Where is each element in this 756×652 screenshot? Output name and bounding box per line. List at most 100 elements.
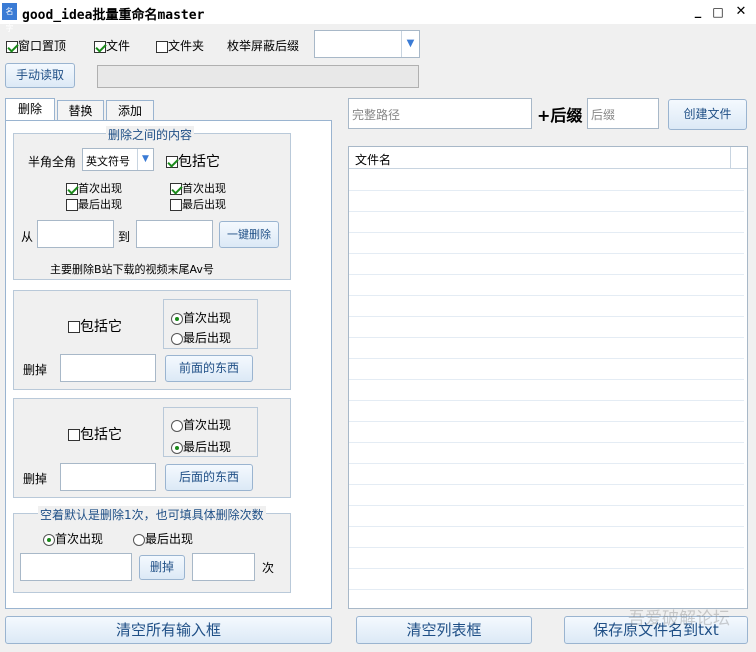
to-input[interactable] bbox=[136, 220, 213, 248]
from-first-option[interactable]: 首次出现 bbox=[66, 180, 122, 196]
row-divider bbox=[349, 547, 744, 548]
front-last-option[interactable]: 最后出现 bbox=[171, 329, 231, 346]
row-divider bbox=[349, 190, 744, 191]
folder-label: 文件夹 bbox=[168, 39, 205, 53]
to-label: 到 bbox=[118, 230, 131, 244]
one-click-delete-button[interactable]: 一键删除 bbox=[219, 221, 279, 248]
tab-delete[interactable]: 删除 bbox=[5, 98, 55, 121]
count-first-label: 首次出现 bbox=[55, 532, 104, 546]
count-last-option[interactable]: 最后出现 bbox=[133, 530, 193, 547]
row-divider bbox=[349, 274, 744, 275]
clear-list-button[interactable]: 清空列表框 bbox=[356, 616, 532, 644]
delete-back-button[interactable]: 后面的东西 bbox=[165, 464, 253, 491]
row-divider bbox=[349, 232, 744, 233]
create-file-button[interactable]: 创建文件 bbox=[668, 99, 747, 130]
count-text-input[interactable] bbox=[20, 553, 132, 581]
front-input[interactable] bbox=[60, 354, 156, 382]
chevron-down-icon[interactable]: ▼ bbox=[137, 149, 153, 170]
watermark: 吾爱破解论坛 bbox=[628, 609, 730, 629]
stay-on-top-option[interactable]: 窗口置顶 bbox=[6, 37, 66, 54]
manual-read-button[interactable]: 手动读取 bbox=[5, 63, 75, 88]
back-last-radio[interactable] bbox=[171, 441, 183, 454]
back-include-option[interactable]: 包括它 bbox=[68, 424, 122, 444]
file-checkbox[interactable] bbox=[94, 40, 106, 53]
row-divider bbox=[349, 337, 744, 338]
maximize-button[interactable]: □ bbox=[709, 3, 727, 21]
count-last-radio[interactable] bbox=[133, 533, 145, 546]
row-divider bbox=[349, 505, 744, 506]
path-display bbox=[97, 65, 419, 88]
stay-on-top-checkbox[interactable] bbox=[6, 40, 18, 53]
to-last-option[interactable]: 最后出现 bbox=[170, 196, 226, 212]
from-input[interactable] bbox=[37, 220, 114, 248]
from-label: 从 bbox=[21, 230, 34, 244]
folder-option[interactable]: 文件夹 bbox=[156, 37, 204, 54]
from-first-label: 首次出现 bbox=[78, 182, 122, 195]
width-select[interactable]: 英文符号 ▼ bbox=[82, 148, 154, 171]
filename-column-header[interactable]: 文件名 bbox=[355, 151, 391, 168]
count-legend: 空着默认是删除1次，也可填具体删除次数 bbox=[38, 506, 266, 523]
stay-on-top-label: 窗口置顶 bbox=[18, 39, 67, 53]
file-list[interactable]: 文件名 bbox=[348, 146, 748, 609]
minimize-button[interactable]: _ bbox=[689, 3, 707, 21]
to-first-label: 首次出现 bbox=[182, 182, 226, 195]
file-option[interactable]: 文件 bbox=[94, 37, 130, 54]
count-first-option[interactable]: 首次出现 bbox=[43, 530, 103, 547]
back-last-option[interactable]: 最后出现 bbox=[171, 438, 231, 455]
front-first-option[interactable]: 首次出现 bbox=[171, 309, 231, 326]
file-list-header: 文件名 bbox=[349, 147, 747, 169]
row-divider bbox=[349, 589, 744, 590]
row-divider bbox=[349, 358, 744, 359]
back-include-checkbox[interactable] bbox=[68, 429, 80, 441]
front-delete-label: 删掉 bbox=[23, 363, 48, 377]
suffix-filter-label: 枚举屏蔽后缀 bbox=[227, 39, 300, 53]
back-first-label: 首次出现 bbox=[183, 418, 232, 432]
row-divider bbox=[349, 484, 744, 485]
to-first-checkbox[interactable] bbox=[170, 183, 182, 195]
row-divider bbox=[349, 421, 744, 422]
row-divider bbox=[349, 463, 744, 464]
back-first-option[interactable]: 首次出现 bbox=[171, 416, 231, 433]
width-select-value: 英文符号 bbox=[86, 155, 130, 168]
from-first-checkbox[interactable] bbox=[66, 183, 78, 195]
count-delete-button[interactable]: 删掉 bbox=[139, 555, 185, 580]
back-delete-label: 删掉 bbox=[23, 472, 48, 486]
to-first-option[interactable]: 首次出现 bbox=[170, 180, 226, 196]
chevron-down-icon[interactable]: ▼ bbox=[401, 31, 419, 57]
to-last-checkbox[interactable] bbox=[170, 199, 182, 211]
between-legend: 删除之间的内容 bbox=[106, 126, 195, 143]
suffix-input[interactable]: 后缀 bbox=[587, 98, 659, 129]
back-input[interactable] bbox=[60, 463, 156, 491]
between-include-checkbox[interactable] bbox=[166, 156, 178, 168]
row-divider bbox=[349, 526, 744, 527]
front-include-checkbox[interactable] bbox=[68, 321, 80, 333]
delete-front-button[interactable]: 前面的东西 bbox=[165, 355, 253, 382]
close-button[interactable]: ✕ bbox=[732, 3, 750, 21]
between-include-option[interactable]: 包括它 bbox=[166, 151, 220, 171]
row-divider bbox=[349, 253, 744, 254]
front-first-label: 首次出现 bbox=[183, 311, 232, 325]
tab-replace[interactable]: 替换 bbox=[57, 100, 104, 120]
from-last-checkbox[interactable] bbox=[66, 199, 78, 211]
count-last-label: 最后出现 bbox=[145, 532, 194, 546]
row-divider bbox=[349, 442, 744, 443]
back-first-radio[interactable] bbox=[171, 419, 183, 432]
front-first-radio[interactable] bbox=[171, 312, 183, 325]
folder-checkbox[interactable] bbox=[156, 40, 168, 53]
back-include-label: 包括它 bbox=[80, 427, 122, 443]
suffix-filter-select[interactable]: ▼ bbox=[314, 30, 420, 58]
front-last-radio[interactable] bbox=[171, 332, 183, 345]
clear-all-inputs-button[interactable]: 清空所有输入框 bbox=[5, 616, 332, 644]
full-path-input[interactable]: 完整路径 bbox=[348, 98, 532, 129]
row-divider bbox=[349, 379, 744, 380]
plus-suffix-label: +后缀 bbox=[537, 106, 583, 125]
title-bar: 名字 good_idea批量重命名master _ □ ✕ bbox=[0, 0, 756, 33]
from-last-label: 最后出现 bbox=[78, 198, 122, 211]
front-include-option[interactable]: 包括它 bbox=[68, 316, 122, 336]
from-last-option[interactable]: 最后出现 bbox=[66, 196, 122, 212]
column-divider bbox=[730, 147, 731, 169]
tab-add[interactable]: 添加 bbox=[106, 100, 154, 120]
row-divider bbox=[349, 295, 744, 296]
count-first-radio[interactable] bbox=[43, 533, 55, 546]
count-times-input[interactable] bbox=[192, 553, 255, 581]
